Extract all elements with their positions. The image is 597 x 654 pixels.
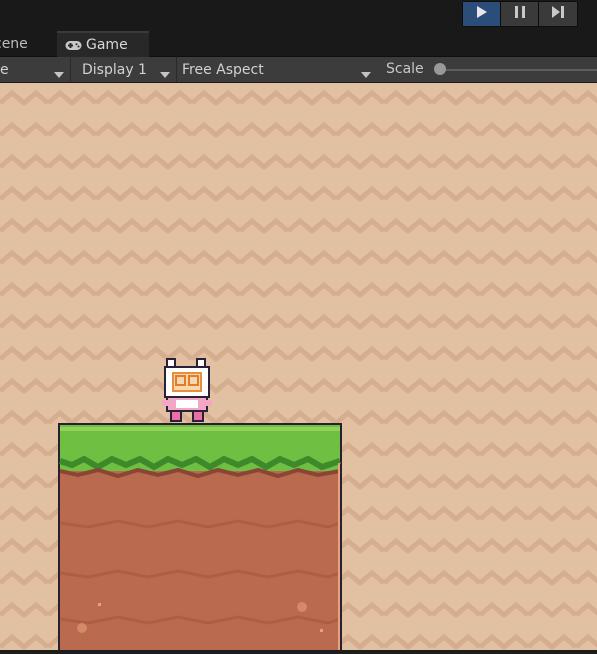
chevron-down-icon <box>54 66 64 82</box>
player-character <box>162 356 212 424</box>
main-toolbar <box>0 0 597 31</box>
gamepad-icon <box>65 40 82 51</box>
scale-slider-thumb[interactable] <box>434 63 446 75</box>
game-mode-dropdown[interactable]: e <box>0 57 71 82</box>
game-view-toolbar: e Display 1 Free Aspect Scale <box>0 57 597 83</box>
tab-scene[interactable]: cene <box>0 31 52 57</box>
tab-scene-label: cene <box>0 36 28 52</box>
step-button[interactable] <box>539 2 577 26</box>
play-icon <box>476 5 488 23</box>
chevron-down-icon <box>160 66 170 82</box>
aspect-dropdown[interactable]: Free Aspect <box>177 57 377 82</box>
grass-dirt-platform <box>58 423 342 653</box>
pause-icon <box>514 5 526 23</box>
play-controls <box>462 1 578 27</box>
scale-slider-track[interactable] <box>440 69 597 71</box>
display-value: Display 1 <box>82 61 147 78</box>
pause-button[interactable] <box>501 2 539 26</box>
tab-game[interactable]: Game <box>57 31 149 57</box>
tab-game-label: Game <box>86 37 128 53</box>
play-button[interactable] <box>463 2 501 26</box>
tab-bar: cene Game <box>0 31 597 57</box>
display-dropdown[interactable]: Display 1 <box>71 57 177 82</box>
game-viewport[interactable] <box>0 83 597 654</box>
aspect-value: Free Aspect <box>182 61 264 78</box>
step-icon <box>551 5 565 23</box>
game-mode-value: e <box>0 61 9 78</box>
scale-label: Scale <box>386 61 424 77</box>
chevron-down-icon <box>361 66 371 82</box>
viewport-bottom-edge <box>0 650 597 654</box>
